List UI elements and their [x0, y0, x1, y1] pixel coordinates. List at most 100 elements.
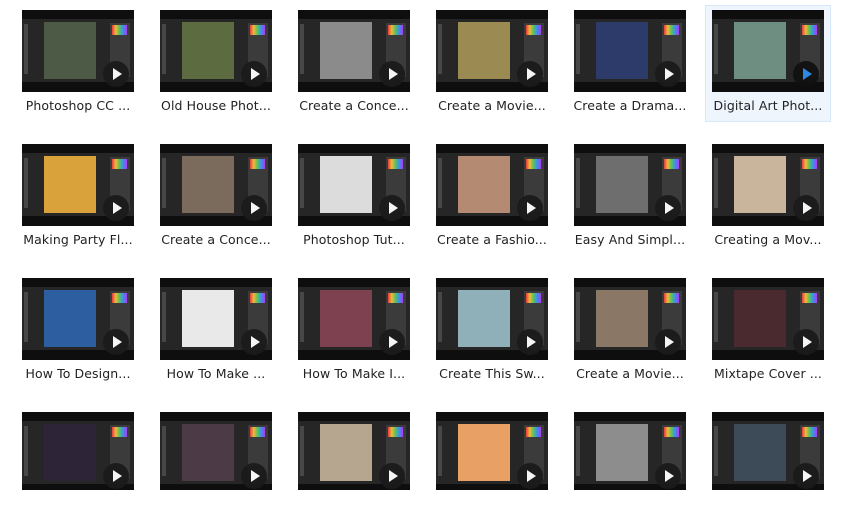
color-swatches	[112, 293, 127, 303]
video-thumbnail[interactable]	[298, 278, 410, 360]
color-swatches	[526, 25, 541, 35]
video-tile[interactable]: Create a Drama...	[567, 5, 693, 122]
play-icon[interactable]	[103, 61, 129, 87]
video-title: Create a Movie...	[438, 98, 546, 113]
video-tile[interactable]	[705, 407, 831, 524]
play-icon[interactable]	[379, 463, 405, 489]
play-icon[interactable]	[793, 463, 819, 489]
play-icon[interactable]	[103, 329, 129, 355]
video-thumbnail[interactable]	[22, 412, 134, 490]
artwork-preview	[734, 424, 786, 481]
video-tile[interactable]	[567, 407, 693, 524]
video-thumbnail[interactable]	[712, 412, 824, 490]
toolbar-strip	[438, 292, 442, 342]
video-thumbnail[interactable]	[712, 144, 824, 226]
video-thumbnail[interactable]	[22, 10, 134, 92]
video-tile[interactable]	[15, 407, 141, 524]
play-icon[interactable]	[103, 463, 129, 489]
color-swatches	[802, 159, 817, 169]
artwork-preview	[44, 424, 96, 481]
video-tile[interactable]: Create a Movie...	[567, 273, 693, 390]
video-tile[interactable]: How To Make ...	[153, 273, 279, 390]
color-swatches	[388, 427, 403, 437]
play-icon[interactable]	[793, 61, 819, 87]
video-tile[interactable]: Easy And Simpl...	[567, 139, 693, 256]
play-icon[interactable]	[379, 61, 405, 87]
video-thumbnail[interactable]	[160, 278, 272, 360]
video-thumbnail[interactable]	[298, 10, 410, 92]
video-thumbnail[interactable]	[298, 412, 410, 490]
play-icon[interactable]	[379, 195, 405, 221]
artwork-preview	[734, 290, 786, 347]
color-swatches	[526, 427, 541, 437]
video-thumbnail[interactable]	[574, 412, 686, 490]
video-tile[interactable]: Photoshop Tut...	[291, 139, 417, 256]
color-swatches	[112, 427, 127, 437]
video-tile[interactable]: Create a Conce...	[153, 139, 279, 256]
video-thumbnail[interactable]	[160, 412, 272, 490]
video-tile[interactable]: Digital Art Phot...	[705, 5, 831, 122]
video-tile[interactable]: Mixtape Cover ...	[705, 273, 831, 390]
color-swatches	[250, 293, 265, 303]
toolbar-strip	[438, 24, 442, 74]
play-icon[interactable]	[241, 195, 267, 221]
video-tile[interactable]: Making Party Fl...	[15, 139, 141, 256]
video-thumbnail[interactable]	[160, 10, 272, 92]
toolbar-strip	[24, 292, 28, 342]
toolbar-strip	[300, 24, 304, 74]
video-tile[interactable]: How To Make I...	[291, 273, 417, 390]
video-tile[interactable]	[153, 407, 279, 524]
video-tile[interactable]: Create This Sw...	[429, 273, 555, 390]
play-icon[interactable]	[793, 329, 819, 355]
video-thumbnail[interactable]	[712, 278, 824, 360]
video-tile[interactable]: Create a Conce...	[291, 5, 417, 122]
toolbar-strip	[162, 292, 166, 342]
play-icon[interactable]	[241, 329, 267, 355]
video-tile[interactable]: Create a Fashio...	[429, 139, 555, 256]
video-thumbnail[interactable]	[712, 10, 824, 92]
video-tile[interactable]: How To Design...	[15, 273, 141, 390]
video-tile[interactable]	[291, 407, 417, 524]
video-thumbnail[interactable]	[160, 144, 272, 226]
artwork-preview	[596, 22, 648, 79]
video-thumbnail[interactable]	[22, 144, 134, 226]
video-tile[interactable]: Create a Movie...	[429, 5, 555, 122]
video-thumbnail[interactable]	[574, 10, 686, 92]
video-title: Creating a Mov...	[714, 232, 822, 247]
play-icon[interactable]	[793, 195, 819, 221]
play-icon[interactable]	[103, 195, 129, 221]
video-tile[interactable]: Creating a Mov...	[705, 139, 831, 256]
video-thumbnail[interactable]	[574, 144, 686, 226]
play-icon[interactable]	[655, 463, 681, 489]
artwork-preview	[182, 424, 234, 481]
artwork-preview	[596, 290, 648, 347]
play-icon[interactable]	[517, 61, 543, 87]
video-thumbnail[interactable]	[298, 144, 410, 226]
video-thumbnail[interactable]	[22, 278, 134, 360]
play-icon[interactable]	[655, 195, 681, 221]
video-tile[interactable]: Photoshop CC ...	[15, 5, 141, 122]
toolbar-strip	[162, 426, 166, 476]
play-icon[interactable]	[241, 463, 267, 489]
play-icon[interactable]	[655, 61, 681, 87]
play-icon[interactable]	[517, 329, 543, 355]
video-tile[interactable]	[429, 407, 555, 524]
artwork-preview	[458, 22, 510, 79]
video-tile[interactable]: Old House Phot...	[153, 5, 279, 122]
video-title: Create a Fashio...	[437, 232, 547, 247]
play-icon[interactable]	[517, 195, 543, 221]
video-thumbnail[interactable]	[574, 278, 686, 360]
video-thumbnail[interactable]	[436, 10, 548, 92]
play-icon[interactable]	[241, 61, 267, 87]
artwork-preview	[458, 424, 510, 481]
toolbar-strip	[162, 158, 166, 208]
video-thumbnail[interactable]	[436, 278, 548, 360]
video-thumbnail[interactable]	[436, 412, 548, 490]
video-title: Digital Art Phot...	[713, 98, 823, 113]
play-icon[interactable]	[655, 329, 681, 355]
artwork-preview	[734, 156, 786, 213]
video-thumbnail[interactable]	[436, 144, 548, 226]
play-icon[interactable]	[517, 463, 543, 489]
play-icon[interactable]	[379, 329, 405, 355]
toolbar-strip	[714, 158, 718, 208]
